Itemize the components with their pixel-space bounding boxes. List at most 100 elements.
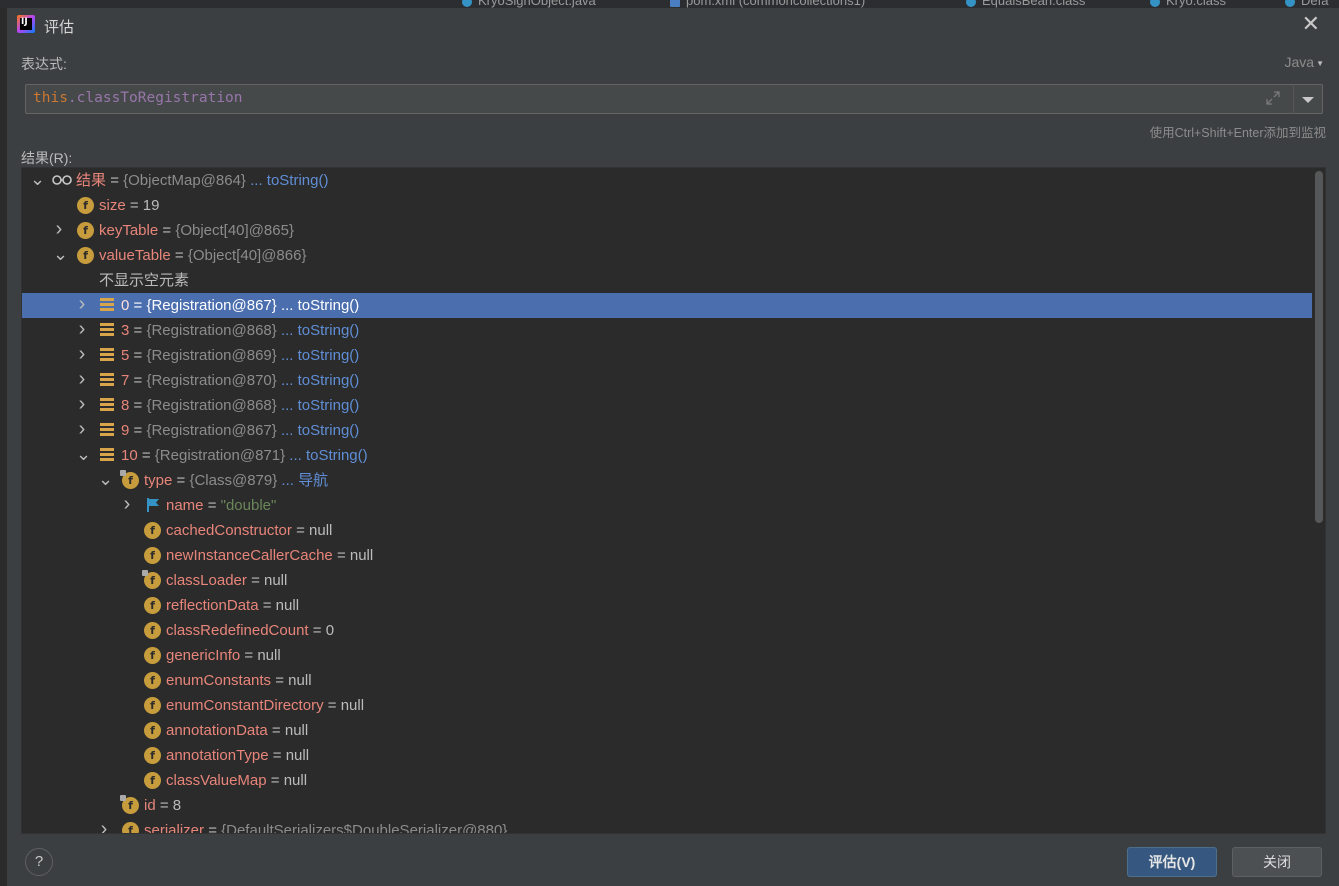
navigate-link[interactable]: ... 导航 xyxy=(281,472,328,489)
field-icon: f xyxy=(77,222,94,239)
tree-row-entry[interactable]: 3 = {Registration@868} ... toString() xyxy=(22,318,1312,343)
expand-arrow-icon[interactable] xyxy=(76,418,88,443)
tree-row-id[interactable]: f id = 8 xyxy=(22,793,1312,818)
ide-tab[interactable]: Kryo.class xyxy=(1150,0,1226,8)
expand-arrow-icon[interactable] xyxy=(76,293,88,318)
dialog-title-bar[interactable]: IJ 评估 ✕ xyxy=(7,8,1339,42)
tree-row-field[interactable]: f classLoader = null xyxy=(22,568,1312,593)
expand-arrow-icon[interactable] xyxy=(76,368,88,393)
flag-icon xyxy=(147,498,159,512)
tree-row-field[interactable]: f genericInfo = null xyxy=(22,643,1312,668)
collapse-arrow-icon[interactable] xyxy=(76,443,88,468)
field-icon: f xyxy=(144,672,161,689)
evaluate-button[interactable]: 评估(V) xyxy=(1127,847,1217,877)
tree-row-name[interactable]: name = "double" xyxy=(22,493,1312,518)
array-element-icon xyxy=(100,323,114,337)
tree-row-type[interactable]: f type = {Class@879} ... 导航 xyxy=(22,468,1312,493)
expand-arrow-icon[interactable] xyxy=(121,493,133,518)
collapse-arrow-icon[interactable] xyxy=(53,243,65,268)
tostring-link[interactable]: ... toString() xyxy=(281,397,359,414)
tree-row-entry[interactable]: 0 = {Registration@867} ... toString() xyxy=(22,293,1312,318)
tree-row-size[interactable]: f size = 19 xyxy=(22,193,1312,218)
field-icon: f xyxy=(144,722,161,739)
expression-text[interactable]: this.classToRegistration xyxy=(33,90,243,106)
expand-icon[interactable] xyxy=(1265,90,1281,106)
tree-row-field[interactable]: f enumConstants = null xyxy=(22,668,1312,693)
tree-row-field[interactable]: f classValueMap = null xyxy=(22,768,1312,793)
final-field-icon: f xyxy=(142,570,161,589)
tree-row-field[interactable]: f annotationType = null xyxy=(22,743,1312,768)
tree-row-field[interactable]: f enumConstantDirectory = null xyxy=(22,693,1312,718)
watch-glasses-icon xyxy=(52,175,72,185)
field-icon: f xyxy=(144,772,161,789)
tostring-link[interactable]: ... toString() xyxy=(250,172,328,189)
array-element-icon xyxy=(100,348,114,362)
result-label: 结果(R): xyxy=(21,150,73,166)
tree-row-root[interactable]: 结果 = {ObjectMap@864} ... toString() xyxy=(22,168,1312,193)
expand-arrow-icon[interactable] xyxy=(76,318,88,343)
tostring-link[interactable]: ... toString() xyxy=(289,447,367,464)
tostring-link[interactable]: ... toString() xyxy=(281,372,359,389)
java-class-icon xyxy=(966,0,976,7)
java-class-icon xyxy=(1285,0,1295,7)
intellij-logo-icon: IJ xyxy=(17,15,35,33)
ide-tab[interactable]: KryoSignObject.java xyxy=(462,0,596,8)
close-icon[interactable]: ✕ xyxy=(1302,13,1320,35)
final-field-icon: f xyxy=(120,470,139,489)
caret-down-icon: ▼ xyxy=(1316,58,1324,68)
expression-label: 表达式: xyxy=(21,56,67,72)
field-icon: f xyxy=(144,697,161,714)
evaluate-dialog: IJ 评估 ✕ 表达式: Java ▼ this.classToRegistrat… xyxy=(6,8,1339,886)
collapse-arrow-icon[interactable] xyxy=(30,168,42,193)
tree-row-entry[interactable]: 9 = {Registration@867} ... toString() xyxy=(22,418,1312,443)
field-icon: f xyxy=(122,822,139,833)
field-icon: f xyxy=(144,547,161,564)
expand-arrow-icon[interactable] xyxy=(76,393,88,418)
tostring-link[interactable]: ... toString() xyxy=(281,422,359,439)
ide-tab-strip: KryoSignObject.java pom.xml (commoncolle… xyxy=(0,0,1339,8)
tree-row-hide-empty[interactable]: 不显示空元素 xyxy=(22,268,1312,293)
ide-tab[interactable]: pom.xml (commoncollections1) xyxy=(670,0,865,8)
array-element-icon xyxy=(100,373,114,387)
field-icon: f xyxy=(144,622,161,639)
field-icon: f xyxy=(144,747,161,764)
final-field-icon: f xyxy=(120,795,139,814)
ide-tab[interactable]: EqualsBean.class xyxy=(966,0,1085,8)
tostring-link[interactable]: ... toString() xyxy=(281,297,359,314)
language-selector[interactable]: Java ▼ xyxy=(1285,54,1325,70)
collapse-arrow-icon[interactable] xyxy=(98,468,110,493)
tostring-link[interactable]: ... toString() xyxy=(281,347,359,364)
expand-arrow-icon[interactable] xyxy=(53,218,65,243)
tree-row-entry[interactable]: 5 = {Registration@869} ... toString() xyxy=(22,343,1312,368)
vertical-scrollbar[interactable] xyxy=(1315,171,1323,523)
close-button[interactable]: 关闭 xyxy=(1232,847,1322,877)
tree-row-serializer[interactable]: f serializer = {DefaultSerializers$Doubl… xyxy=(22,818,1312,833)
tree-row-field[interactable]: f annotationData = null xyxy=(22,718,1312,743)
expression-history-dropdown[interactable] xyxy=(1293,84,1323,114)
tostring-link[interactable]: ... toString() xyxy=(281,322,359,339)
expand-arrow-icon[interactable] xyxy=(98,818,110,833)
tree-row-field[interactable]: f classRedefinedCount = 0 xyxy=(22,618,1312,643)
maven-icon xyxy=(670,0,680,7)
tree-row-field[interactable]: f cachedConstructor = null xyxy=(22,518,1312,543)
tree-row-entry[interactable]: 10 = {Registration@871} ... toString() xyxy=(22,443,1312,468)
result-tree[interactable]: 结果 = {ObjectMap@864} ... toString() f si… xyxy=(21,167,1326,834)
tree-row-entry[interactable]: 7 = {Registration@870} ... toString() xyxy=(22,368,1312,393)
field-icon: f xyxy=(144,597,161,614)
expand-arrow-icon[interactable] xyxy=(76,343,88,368)
tree-row-valuetable[interactable]: f valueTable = {Object[40]@866} xyxy=(22,243,1312,268)
tree-row-entry[interactable]: 8 = {Registration@868} ... toString() xyxy=(22,393,1312,418)
tree-row-field[interactable]: f reflectionData = null xyxy=(22,593,1312,618)
array-element-icon xyxy=(100,423,114,437)
array-element-icon xyxy=(100,398,114,412)
expression-input[interactable]: this.classToRegistration xyxy=(25,84,1294,114)
tree-row-keytable[interactable]: f keyTable = {Object[40]@865} xyxy=(22,218,1312,243)
field-icon: f xyxy=(144,522,161,539)
watch-hint: 使用Ctrl+Shift+Enter添加到监视 xyxy=(1149,126,1326,140)
tree-row-field[interactable]: f newInstanceCallerCache = null xyxy=(22,543,1312,568)
help-button[interactable]: ? xyxy=(25,848,53,876)
array-element-icon xyxy=(100,298,114,312)
ide-tab[interactable]: Defa xyxy=(1285,0,1328,8)
java-class-icon xyxy=(462,0,472,7)
field-icon: f xyxy=(77,247,94,264)
